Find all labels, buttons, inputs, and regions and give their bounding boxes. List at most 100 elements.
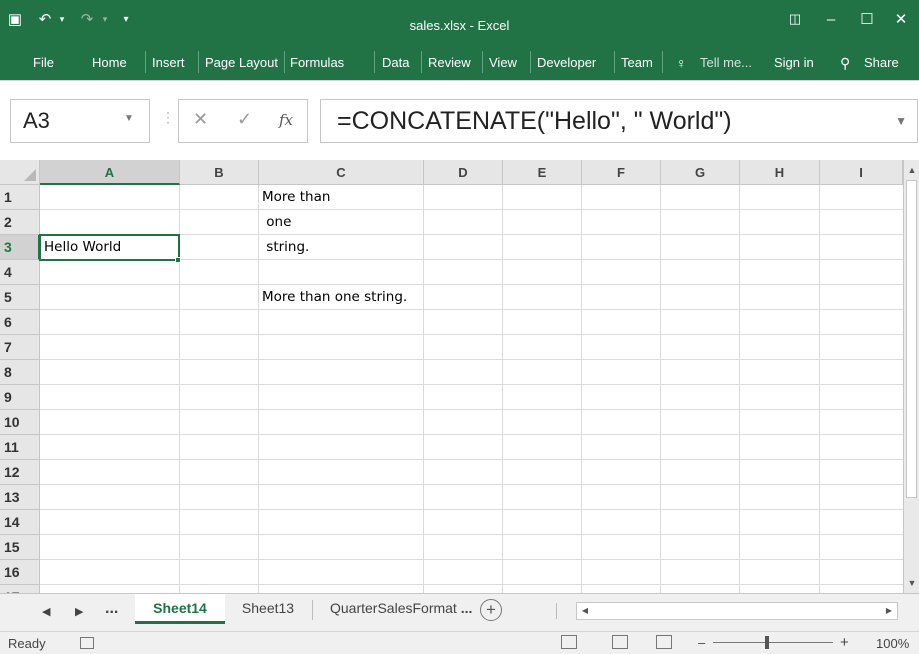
maximize-icon[interactable]: ☐	[856, 8, 878, 30]
tab-home[interactable]: Home	[92, 54, 127, 72]
tell-me-search[interactable]: Tell me...	[700, 54, 752, 72]
formula-text: =CONCATENATE("Hello", " World")	[337, 107, 732, 135]
tab-review[interactable]: Review	[428, 54, 471, 72]
row-header-11[interactable]: 11	[0, 435, 40, 460]
name-box-dropdown-icon[interactable]: ▼	[124, 113, 134, 124]
column-header-c[interactable]: C	[259, 160, 424, 185]
gridline	[40, 434, 903, 435]
gridline	[258, 185, 259, 593]
cancel-icon[interactable]: ✕	[193, 109, 208, 130]
gridline	[660, 185, 661, 593]
sheet-tab-quartersalesformat[interactable]: QuarterSalesFormat ...	[322, 594, 472, 624]
more-sheets-right[interactable]: ...	[461, 600, 473, 616]
vertical-scrollbar[interactable]: ▲ ▼	[903, 160, 919, 593]
tab-developer[interactable]: Developer	[537, 54, 596, 72]
vertical-scroll-thumb[interactable]	[906, 180, 917, 498]
row-header-14[interactable]: 14	[0, 510, 40, 535]
zoom-level[interactable]: 100%	[876, 636, 909, 651]
gridline	[40, 584, 903, 585]
column-header-a[interactable]: A	[40, 160, 180, 185]
row-header-2[interactable]: 2	[0, 210, 40, 235]
tab-separator	[482, 51, 483, 73]
formula-input[interactable]: =CONCATENATE("Hello", " World") ▼	[320, 99, 918, 143]
gridline	[819, 185, 820, 593]
row-header-3[interactable]: 3	[0, 235, 40, 260]
column-header-b[interactable]: B	[180, 160, 259, 185]
tab-insert[interactable]: Insert	[152, 54, 185, 72]
row-header-1[interactable]: 1	[0, 185, 40, 210]
gridline	[40, 534, 903, 535]
zoom-slider-thumb[interactable]	[765, 636, 769, 649]
tab-split-handle[interactable]	[556, 603, 557, 619]
ribbon-display-options-icon[interactable]: ◫	[784, 8, 806, 30]
sheet-tab-sheet14[interactable]: Sheet14	[135, 594, 225, 624]
column-header-f[interactable]: F	[582, 160, 661, 185]
macro-recording-icon[interactable]	[80, 637, 94, 649]
worksheet-grid[interactable]: A B C D E F G H I 1 2 3 4 5 6 7 8 9 10 1…	[0, 160, 903, 593]
column-header-h[interactable]: H	[740, 160, 820, 185]
page-layout-view-icon[interactable]	[612, 635, 628, 649]
share-icon: ⚲	[840, 55, 851, 71]
scroll-right-icon[interactable]: ▶	[881, 603, 897, 619]
tab-separator	[198, 51, 199, 73]
close-icon[interactable]: ✕	[890, 8, 912, 30]
cell-c5[interactable]: More than one string.	[260, 285, 407, 310]
column-header-e[interactable]: E	[503, 160, 582, 185]
gridline	[40, 309, 903, 310]
tab-page-layout[interactable]: Page Layout	[205, 54, 278, 72]
column-header-g[interactable]: G	[661, 160, 740, 185]
select-all-corner[interactable]	[0, 160, 40, 185]
row-header-7[interactable]: 7	[0, 335, 40, 360]
lightbulb-icon: ♀	[676, 55, 687, 71]
sign-in-link[interactable]: Sign in	[774, 54, 814, 72]
more-sheets-left[interactable]: ...	[105, 600, 118, 618]
row-header-13[interactable]: 13	[0, 485, 40, 510]
prev-sheet-icon[interactable]: ◀	[42, 605, 50, 618]
gridline	[40, 459, 903, 460]
row-header-9[interactable]: 9	[0, 385, 40, 410]
tab-formulas[interactable]: Formulas	[290, 54, 344, 72]
row-header-4[interactable]: 4	[0, 260, 40, 285]
minimize-icon[interactable]: –	[820, 8, 842, 30]
normal-view-icon[interactable]	[561, 635, 577, 649]
zoom-out-icon[interactable]: –	[698, 635, 705, 650]
row-header-5[interactable]: 5	[0, 285, 40, 310]
zoom-in-icon[interactable]: +	[840, 634, 849, 651]
cell-c1[interactable]: More than	[260, 185, 330, 210]
sheet-tab-sheet13[interactable]: Sheet13	[228, 594, 308, 624]
cell-c3[interactable]: string.	[260, 235, 309, 260]
scroll-left-icon[interactable]: ◀	[577, 603, 593, 619]
enter-icon[interactable]: ✓	[237, 109, 252, 130]
expand-formula-bar-icon[interactable]: ▼	[895, 100, 907, 142]
fill-handle[interactable]	[175, 257, 181, 263]
gridline	[40, 409, 903, 410]
row-header-16[interactable]: 16	[0, 560, 40, 585]
row-header-15[interactable]: 15	[0, 535, 40, 560]
tab-team[interactable]: Team	[621, 54, 653, 72]
scroll-down-icon[interactable]: ▼	[905, 575, 919, 591]
tab-view[interactable]: View	[489, 54, 517, 72]
share-button[interactable]: Share	[864, 54, 899, 72]
window-title: sales.xlsx - Excel	[409, 18, 510, 33]
cell-c2[interactable]: one	[260, 210, 291, 235]
sheet-tab-separator	[312, 600, 313, 620]
insert-function-icon[interactable]: fx	[279, 111, 293, 129]
column-header-d[interactable]: D	[424, 160, 503, 185]
row-header-12[interactable]: 12	[0, 460, 40, 485]
column-header-i[interactable]: I	[820, 160, 903, 185]
row-header-8[interactable]: 8	[0, 360, 40, 385]
gridline	[40, 384, 903, 385]
page-break-view-icon[interactable]	[656, 635, 672, 649]
row-header-6[interactable]: 6	[0, 310, 40, 335]
tab-data[interactable]: Data	[382, 54, 409, 72]
scroll-up-icon[interactable]: ▲	[905, 162, 919, 178]
horizontal-scrollbar[interactable]: ◀ ▶	[576, 602, 898, 620]
tab-file[interactable]: File	[33, 54, 54, 72]
next-sheet-icon[interactable]: ▶	[75, 605, 83, 618]
formula-bar-resize-handle[interactable]: ⋮	[161, 109, 175, 126]
row-header-10[interactable]: 10	[0, 410, 40, 435]
formula-buttons: ✕ ✓ fx	[178, 99, 308, 143]
row-header-17[interactable]: 17	[0, 585, 40, 593]
zoom-slider[interactable]	[713, 642, 833, 643]
new-sheet-icon[interactable]: +	[480, 599, 502, 621]
